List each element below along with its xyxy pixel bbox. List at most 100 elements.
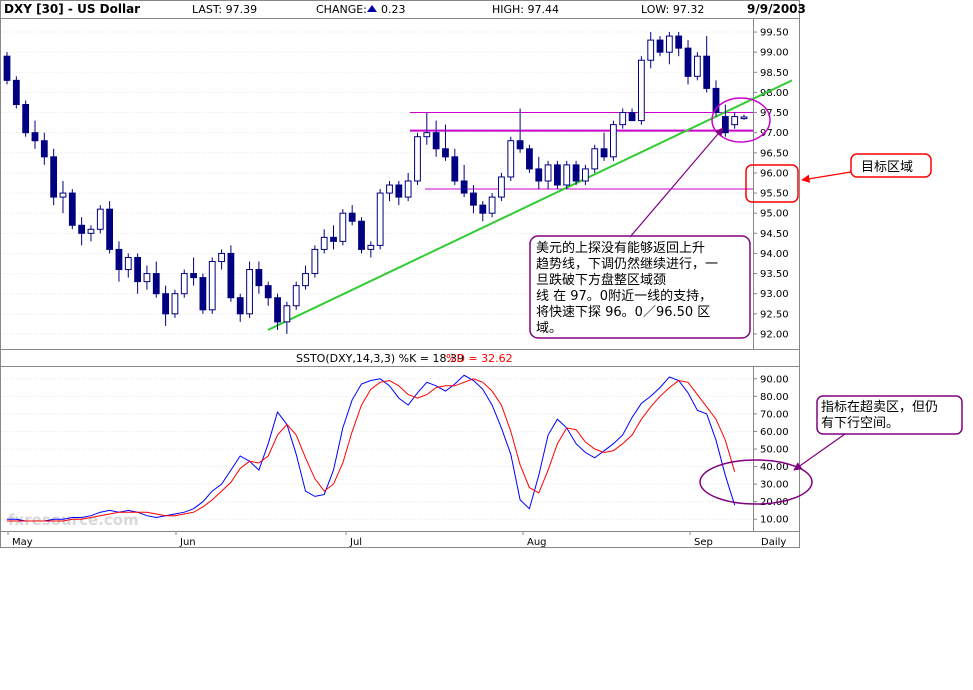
stochastic-tick-label: 50.00 xyxy=(760,445,789,456)
candle-down xyxy=(572,164,580,182)
main-note-line-3: 旦跌破下方盘整区域颈 xyxy=(536,272,666,288)
candle-up xyxy=(507,140,515,178)
candle-up xyxy=(619,112,627,126)
candle-up xyxy=(320,236,328,250)
candle-up xyxy=(367,244,375,250)
candle-down xyxy=(190,273,197,279)
candle-up xyxy=(292,285,300,307)
candle-up xyxy=(218,252,225,262)
candle-down xyxy=(432,132,440,150)
candle-up xyxy=(693,55,701,77)
candle-down xyxy=(264,285,272,299)
candle-down xyxy=(516,140,524,150)
candle-up xyxy=(498,176,505,198)
candle-down xyxy=(675,35,683,49)
price-tick-label: 92.00 xyxy=(760,329,789,340)
x-axis-label: May xyxy=(12,537,33,548)
candle-up xyxy=(87,228,95,234)
price-tick-label: 98.50 xyxy=(760,68,789,79)
candle-down xyxy=(358,220,365,250)
candle-down xyxy=(115,248,123,271)
candle-down xyxy=(330,236,337,242)
candle-down xyxy=(152,273,160,295)
stochastic-tick-label: 90.00 xyxy=(760,374,789,385)
candle-down xyxy=(40,140,48,158)
candle-down xyxy=(22,104,30,134)
candle-down xyxy=(106,208,114,250)
indicator-note-arrow xyxy=(793,433,846,471)
x-axis-label: Aug xyxy=(527,537,547,548)
watermark: fxresource.com xyxy=(8,511,139,529)
candle-up xyxy=(637,59,645,122)
chart-canvas: DXY [30] - US Dollar LAST: 97.39 CHANGE:… xyxy=(0,0,963,548)
candle-up xyxy=(180,273,188,295)
candle-up xyxy=(414,136,421,182)
candle-up xyxy=(647,39,655,61)
stochastic-tick-label: 30.00 xyxy=(760,480,789,491)
price-tick-label: 99.50 xyxy=(760,28,789,39)
candle-up xyxy=(124,256,132,271)
candle-up xyxy=(563,164,571,186)
price-tick-label: 93.50 xyxy=(760,269,789,280)
candle-up xyxy=(386,184,393,194)
candle-up xyxy=(582,168,589,182)
target-label: 目标区域 xyxy=(861,160,913,175)
header-last: LAST: 97.39 xyxy=(192,3,257,16)
main-note-line-5: 将快速下探 96。0／96.50 区 xyxy=(536,305,710,320)
candle-down xyxy=(255,269,263,287)
x-axis-label: Sep xyxy=(694,537,713,548)
candle-down xyxy=(348,212,356,222)
candle-up xyxy=(311,248,319,275)
candle-up xyxy=(740,116,748,120)
price-tick-label: 97.50 xyxy=(760,108,789,119)
candle-down xyxy=(628,112,636,122)
candle-up xyxy=(488,196,496,214)
candle-down xyxy=(600,148,608,158)
candle-down xyxy=(199,277,207,311)
main-note-line-6: 域。 xyxy=(536,321,562,336)
stochastic-tick-label: 80.00 xyxy=(760,392,789,403)
indicator-d-label: %D = 32.62 xyxy=(446,352,513,365)
x-axis-label: Jul xyxy=(349,537,362,548)
candle-down xyxy=(535,168,543,182)
candle-down xyxy=(78,224,86,234)
x-axis-label: Jun xyxy=(179,537,196,548)
candle-down xyxy=(451,156,459,182)
price-tick-label: 93.00 xyxy=(760,289,789,300)
candle-down xyxy=(236,297,244,315)
price-tick-label: 99.00 xyxy=(760,48,789,59)
candle-up xyxy=(423,132,431,138)
candle-up xyxy=(283,305,291,323)
candle-up xyxy=(665,35,673,53)
candle-down xyxy=(479,204,487,214)
candle-up xyxy=(143,273,151,283)
price-tick-label: 92.50 xyxy=(760,309,789,320)
candle-up xyxy=(339,212,347,242)
candle-down xyxy=(68,192,76,226)
candle-down xyxy=(395,184,403,198)
candle-down xyxy=(274,297,281,323)
price-tick-label: 95.00 xyxy=(760,209,789,220)
candle-down xyxy=(442,148,449,158)
candle-down xyxy=(3,55,11,81)
header-low: LOW: 97.32 xyxy=(641,3,704,16)
header-high: HIGH: 97.44 xyxy=(492,3,559,16)
price-tick-label: 96.50 xyxy=(760,148,789,159)
candle-down xyxy=(656,39,664,53)
candle-up xyxy=(376,192,384,246)
main-note-line-2: 趋势线，下调仍然继续进行，一 xyxy=(536,256,718,272)
candle-up xyxy=(302,273,309,287)
candle-down xyxy=(554,164,561,186)
candle-down xyxy=(470,192,477,206)
stochastic-tick-label: 10.00 xyxy=(760,515,789,526)
candle-down xyxy=(721,116,729,134)
indicator-label: SSTO(DXY,14,3,3) %K = 18.39 xyxy=(296,352,464,365)
candle-up xyxy=(246,269,253,315)
price-tick-label: 96.00 xyxy=(760,168,789,179)
price-tick-label: 94.00 xyxy=(760,249,789,260)
candle-up xyxy=(208,260,216,311)
candle-down xyxy=(526,148,533,170)
header-change-label: CHANGE: xyxy=(316,3,367,16)
candle-up xyxy=(404,180,412,198)
candle-down xyxy=(460,180,468,194)
